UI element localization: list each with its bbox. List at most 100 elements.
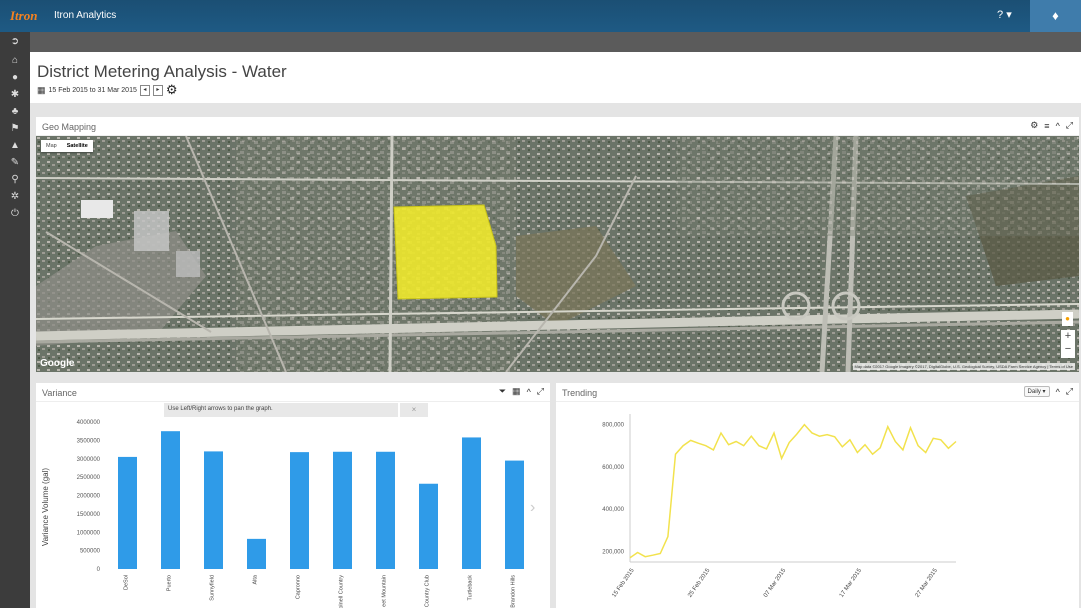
wrench-icon[interactable]: ✎ (0, 154, 30, 171)
x-tick-label: 17 Mar 2015 (839, 567, 864, 599)
arrow-circle-icon[interactable]: ➲ (0, 32, 30, 52)
y-tick-label: 1500000 (77, 512, 101, 518)
period-select[interactable]: Daily ▾ (1023, 386, 1050, 397)
chevron-down-icon: ▾ (1006, 9, 1012, 21)
home-icon[interactable]: ⌂ (0, 52, 30, 69)
search-icon[interactable]: ⚲ (0, 171, 30, 188)
y-tick-label: 2500000 (77, 475, 101, 481)
help-menu[interactable]: ? ▾ (997, 8, 1012, 21)
bar[interactable] (161, 431, 180, 569)
bar[interactable] (376, 451, 395, 569)
x-tick-label: Country Club (425, 575, 431, 607)
x-tick-label: 25 Feb 2015 (687, 567, 712, 599)
table-icon[interactable]: ▦ (512, 386, 521, 397)
calendar-icon[interactable]: ▦ (37, 85, 46, 96)
google-logo: Google (40, 358, 75, 369)
page-header: District Metering Analysis - Water ▦ 15 … (30, 52, 1081, 103)
trending-panel: Trending Daily ▾ ^ ⤢ 800,000 600,000 400,0… (556, 383, 1079, 608)
x-tick-label: 07 Mar 2015 (763, 567, 788, 599)
x-tick-label: Turtleback (468, 575, 474, 601)
y-tick-label: 3500000 (77, 438, 101, 444)
panel-tools: Daily ▾ ^ ⤢ (1023, 386, 1073, 397)
date-range-row: ▦ 15 Feb 2015 to 31 Mar 2015 ◂ ▸ ⚙ (37, 82, 178, 98)
series-line[interactable] (629, 423, 957, 559)
panel-header: Trending Daily ▾ ^ ⤢ (556, 383, 1079, 402)
wrench-cross-icon[interactable]: ✱ (0, 86, 30, 103)
app-title: Itron Analytics (54, 10, 117, 21)
zoom-in-button[interactable]: + (1061, 330, 1075, 343)
bar[interactable] (204, 451, 223, 569)
panel-title: Geo Mapping (42, 122, 97, 132)
panel-tools: ⏷ ▦ ^ ⤢ (499, 386, 544, 397)
map-type-control: Map Satellite (41, 140, 93, 152)
user-icon[interactable]: ● (0, 69, 30, 86)
bar[interactable] (247, 538, 266, 569)
panel-title: Variance (42, 388, 77, 398)
bar[interactable] (462, 437, 481, 569)
bar[interactable] (290, 452, 309, 569)
y-axis-label: Variance Volume (gal) (41, 468, 50, 546)
itron-logo: Itron (10, 8, 38, 23)
zoom-out-button[interactable]: − (1061, 343, 1075, 356)
trending-line-chart: 800,000 600,000 400,000 200,000 15 Feb 2015 2… (602, 414, 957, 599)
next-period-button[interactable]: ▸ (152, 84, 163, 96)
power-icon[interactable]: ⏻ (0, 205, 30, 222)
x-tick-label: Capronno (296, 575, 302, 599)
y-tick-label: 4000000 (77, 420, 101, 426)
expand-icon[interactable]: ⤢ (537, 386, 544, 397)
expand-icon[interactable]: ⤢ (1066, 386, 1073, 397)
bell-icon: ♦ (1052, 8, 1059, 23)
satellite-imagery (36, 136, 1079, 372)
x-tick-label: Brandon Hills (511, 575, 517, 608)
bar[interactable] (505, 460, 524, 569)
map-attribution[interactable]: Map data ©2017 Google Imagery ©2017, Dig… (852, 363, 1075, 370)
previous-period-button[interactable]: ◂ (139, 84, 150, 96)
y-tick-label: 800,000 (602, 423, 624, 429)
zoom-control: + − (1061, 330, 1075, 358)
y-tick-label: 500000 (80, 549, 101, 555)
sidebar: ➲ ⌂ ● ✱ ♣ ⚑ ▲ ✎ ⚲ ✲ ⏻ (0, 32, 30, 608)
dashboard: Geo Mapping ⚙ ≡ ^ ⤢ Map Satellite Google… (30, 103, 1081, 608)
gear-icon[interactable]: ⚙ (166, 82, 178, 98)
y-tick-label: 0 (97, 567, 101, 573)
date-range[interactable]: 15 Feb 2015 to 31 Mar 2015 (49, 87, 137, 94)
alert-icon[interactable]: ⚑ (0, 120, 30, 137)
satellite-map[interactable]: Map Satellite Google Map data ©2017 Goog… (36, 136, 1079, 372)
x-tick-label: 27 Mar 2015 (915, 567, 940, 599)
bar[interactable] (419, 483, 438, 569)
x-tick-label: Puerto (167, 575, 173, 591)
x-tick-label: DeSol (124, 575, 130, 590)
street-view-pegman-icon[interactable]: ● (1062, 312, 1073, 326)
gear-icon[interactable]: ✲ (0, 188, 30, 205)
collapse-icon[interactable]: ^ (527, 387, 531, 397)
y-tick-label: 400,000 (602, 507, 624, 513)
chevron-right-icon[interactable]: › (530, 499, 535, 517)
panel-header: Geo Mapping ⚙ ≡ ^ ⤢ (36, 117, 1079, 136)
filter-icon[interactable]: ⏷ (499, 386, 506, 397)
x-tick-label: 15 Feb 2015 (611, 567, 636, 599)
x-tick-label: Colnell Country (339, 575, 345, 608)
bar[interactable] (118, 456, 137, 569)
y-tick-label: 3000000 (77, 457, 101, 463)
panel-tools: ⚙ ≡ ^ ⤢ (1030, 120, 1073, 131)
map-type-map[interactable]: Map (41, 140, 62, 152)
collapse-icon[interactable]: ^ (1056, 121, 1060, 131)
district-highlight (393, 204, 498, 300)
x-tick-label: Sunnyfield (210, 575, 216, 601)
expand-icon[interactable]: ⤢ (1066, 120, 1073, 131)
collapse-icon[interactable]: ^ (1056, 387, 1060, 397)
help-icon: ? (997, 9, 1004, 21)
gear-icon[interactable]: ⚙ (1030, 120, 1038, 131)
panel-header: Variance ⏷ ▦ ^ ⤢ (36, 383, 550, 402)
secondary-bar (30, 32, 1081, 52)
users-icon[interactable]: ♣ (0, 103, 30, 120)
geo-mapping-panel: Geo Mapping ⚙ ≡ ^ ⤢ Map Satellite Google… (36, 117, 1079, 372)
notifications-button[interactable]: ♦ (1030, 0, 1081, 32)
top-bar: Itron Itron Analytics ? ▾ ♦ (0, 0, 1081, 32)
y-tick-label: 1000000 (77, 530, 101, 536)
y-tick-label: 600,000 (602, 465, 624, 471)
map-type-satellite[interactable]: Satellite (62, 140, 93, 152)
lock-icon[interactable]: ▲ (0, 137, 30, 154)
menu-icon[interactable]: ≡ (1044, 121, 1049, 131)
bar[interactable] (333, 451, 352, 569)
